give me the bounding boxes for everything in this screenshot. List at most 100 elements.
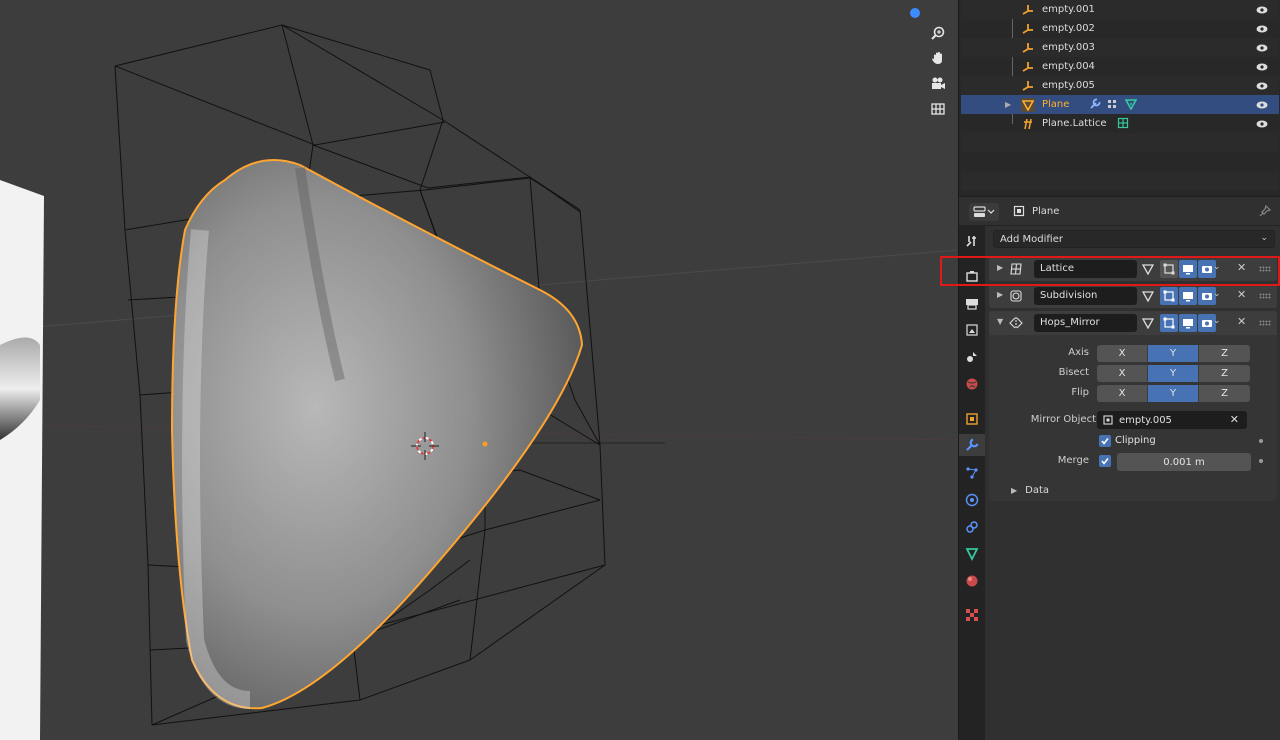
subdivision-icon [1009, 289, 1023, 303]
axis-buttons: X Y Z [1097, 345, 1250, 362]
eye-icon[interactable] [1255, 4, 1269, 16]
outliner-row-empty-005[interactable]: empty.005 [961, 76, 1279, 95]
drag-handle-icon[interactable] [1259, 293, 1271, 299]
outliner-row-plane-lattice[interactable]: Plane.Lattice [961, 114, 1279, 133]
collapse-arrow-icon[interactable]: ▼ [997, 317, 1003, 326]
outliner-label: empty.001 [1042, 4, 1095, 15]
editor-type-button[interactable] [969, 203, 999, 221]
outliner-row-empty-002[interactable]: empty.002 [961, 19, 1279, 38]
pin-icon[interactable] [1259, 204, 1272, 220]
merge-checkbox[interactable] [1099, 455, 1111, 467]
highlight-box [940, 256, 1280, 286]
mirror-object-label: Mirror Object [1030, 414, 1096, 425]
keyframe-dot-icon[interactable] [1259, 459, 1263, 463]
tool-tab-icon[interactable] [961, 230, 983, 252]
outliner-label: empty.005 [1042, 80, 1095, 91]
flip-x-button[interactable]: X [1097, 385, 1148, 402]
properties-tabs [959, 226, 985, 740]
mirror-icon [1009, 316, 1023, 330]
mesh-data-icon[interactable] [1125, 98, 1137, 110]
outliner-row-empty-004[interactable]: empty.004 [961, 57, 1279, 76]
viewport-toggle-icon[interactable] [1179, 314, 1197, 332]
chevron-down-icon[interactable]: ⌄ [1213, 316, 1221, 326]
add-modifier-dropdown[interactable]: Add Modifier ⌄ [993, 230, 1275, 248]
editmode-toggle-icon[interactable] [1160, 287, 1178, 305]
close-icon[interactable]: ✕ [1237, 315, 1246, 328]
outliner-empty-row [961, 171, 1279, 190]
modifier-hops-mirror[interactable]: ▼ Hops_Mirror ⌄ ✕ [989, 311, 1277, 335]
scene-tab-icon[interactable] [961, 346, 983, 368]
3d-viewport[interactable] [0, 0, 958, 740]
view-layer-tab-icon[interactable] [961, 319, 983, 341]
modifier-tab-icon[interactable] [959, 434, 985, 456]
axis-gizmo-dot[interactable] [910, 8, 920, 18]
data-subpanel[interactable]: ▶ Data [1011, 485, 1049, 496]
wrench-icon[interactable] [1089, 98, 1101, 110]
bisect-y-button[interactable]: Y [1148, 365, 1199, 382]
object-icon [1013, 205, 1025, 220]
outliner[interactable]: empty.001 empty.002 empty.003 empty.004 … [958, 0, 1280, 196]
modifier-stack-icon[interactable] [1107, 98, 1119, 110]
viewport-toggle-icon[interactable] [1179, 287, 1197, 305]
axis-z-button[interactable]: Z [1199, 345, 1250, 362]
world-tab-icon[interactable] [961, 373, 983, 395]
texture-tab-icon[interactable] [961, 604, 983, 626]
clipping-checkbox[interactable] [1099, 435, 1111, 447]
lattice-object-icon [1021, 117, 1035, 131]
zoom-icon[interactable] [926, 22, 950, 44]
outliner-empty-row [961, 133, 1279, 152]
add-modifier-label: Add Modifier [1000, 233, 1063, 245]
drag-handle-icon[interactable] [1259, 320, 1271, 326]
bisect-x-button[interactable]: X [1097, 365, 1148, 382]
outliner-label: Plane.Lattice [1042, 118, 1107, 129]
eye-icon[interactable] [1255, 80, 1269, 92]
merge-distance-field[interactable]: 0.001 m [1117, 453, 1251, 471]
plane-mesh-selected [170, 159, 584, 710]
bisect-z-button[interactable]: Z [1199, 365, 1250, 382]
particles-tab-icon[interactable] [961, 462, 983, 484]
editmode-toggle-icon[interactable] [1160, 314, 1178, 332]
bisect-label: Bisect [1058, 367, 1089, 378]
lattice-data-icon[interactable] [1117, 117, 1129, 129]
eye-icon[interactable] [1255, 42, 1269, 54]
eye-icon[interactable] [1255, 99, 1269, 111]
object-tab-icon[interactable] [961, 408, 983, 430]
edit-cage-icon[interactable] [1139, 314, 1157, 332]
outliner-row-empty-003[interactable]: empty.003 [961, 38, 1279, 57]
empty-axes-icon [1021, 60, 1035, 74]
modifier-subdivision[interactable]: ▶ Subdivision ⌄ ✕ [989, 284, 1277, 308]
eye-icon[interactable] [1255, 61, 1269, 73]
axis-y-button[interactable]: Y [1148, 345, 1199, 362]
empty-axes-icon [1021, 3, 1035, 17]
keyframe-dot-icon[interactable] [1259, 439, 1263, 443]
eye-icon[interactable] [1255, 118, 1269, 130]
grid-view-icon[interactable] [926, 98, 950, 120]
data-tab-icon[interactable] [961, 543, 983, 565]
eye-icon[interactable] [1255, 23, 1269, 35]
constraints-tab-icon[interactable] [961, 516, 983, 538]
edit-cage-icon[interactable] [1139, 287, 1157, 305]
chevron-down-icon[interactable]: ⌄ [1213, 289, 1221, 299]
material-tab-icon[interactable] [961, 570, 983, 592]
pan-hand-icon[interactable] [926, 47, 950, 69]
physics-tab-icon[interactable] [961, 489, 983, 511]
outliner-row-plane[interactable]: ▶ Plane [961, 95, 1279, 114]
camera-icon[interactable] [926, 72, 950, 94]
flip-z-button[interactable]: Z [1199, 385, 1250, 402]
white-panel-object [0, 180, 44, 740]
flip-y-button[interactable]: Y [1148, 385, 1199, 402]
modifier-name-field[interactable]: Subdivision [1034, 287, 1137, 305]
mirror-modifier-body: Axis X Y Z Bisect X Y Z Flip X Y Z Mirro… [989, 335, 1277, 501]
expand-arrow-icon[interactable]: ▶ [1005, 100, 1011, 109]
close-icon[interactable]: ✕ [1237, 288, 1246, 301]
outliner-empty-row [961, 152, 1279, 171]
mirror-object-field[interactable]: empty.005 ✕ [1097, 411, 1247, 429]
outliner-label: Plane [1042, 99, 1070, 110]
outliner-row-empty-001[interactable]: empty.001 [961, 0, 1279, 19]
clear-field-icon[interactable]: ✕ [1230, 413, 1239, 426]
expand-arrow-icon[interactable]: ▶ [997, 290, 1003, 299]
flip-buttons: X Y Z [1097, 385, 1250, 402]
modifier-name-field[interactable]: Hops_Mirror [1034, 314, 1137, 332]
output-tab-icon[interactable] [961, 292, 983, 314]
axis-x-button[interactable]: X [1097, 345, 1148, 362]
